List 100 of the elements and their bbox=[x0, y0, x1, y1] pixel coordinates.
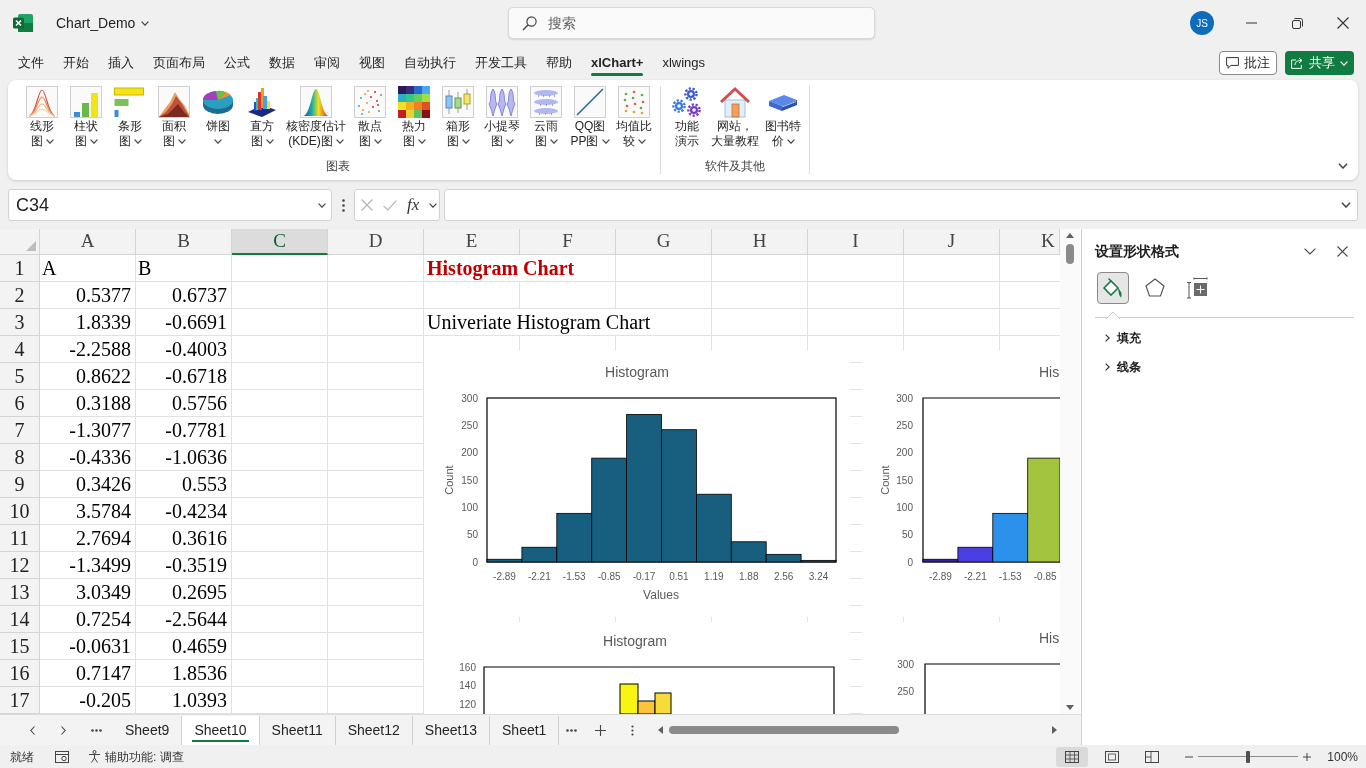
name-box[interactable]: C34 bbox=[8, 189, 332, 221]
row-header[interactable]: 9 bbox=[0, 471, 40, 498]
section-toggle[interactable]: 填充 bbox=[1095, 323, 1141, 352]
column-header[interactable]: D bbox=[328, 229, 424, 255]
row-header[interactable]: 15 bbox=[0, 633, 40, 660]
ribbon-tab[interactable]: 数据 bbox=[269, 46, 295, 80]
row-header[interactable]: 2 bbox=[0, 282, 40, 309]
ribbon-button[interactable]: 饼图 bbox=[196, 86, 240, 149]
row-header[interactable]: 17 bbox=[0, 687, 40, 714]
column-header[interactable]: H bbox=[712, 229, 808, 255]
row-header[interactable]: 4 bbox=[0, 336, 40, 363]
scroll-down-icon[interactable] bbox=[1066, 705, 1074, 710]
ribbon-tab[interactable]: 页面布局 bbox=[153, 46, 205, 80]
collapse-ribbon-icon[interactable] bbox=[1338, 163, 1348, 169]
row-header[interactable]: 6 bbox=[0, 390, 40, 417]
ribbon-tab[interactable]: 文件 bbox=[18, 46, 44, 80]
ribbon-tab[interactable]: 开发工具 bbox=[475, 46, 527, 80]
sheet-tab[interactable]: Sheet13 bbox=[412, 715, 490, 745]
ribbon-tab[interactable]: xlChart+ bbox=[591, 46, 644, 80]
restore-icon[interactable] bbox=[1291, 17, 1303, 29]
row-header[interactable]: 11 bbox=[0, 525, 40, 552]
ribbon-tab[interactable]: 审阅 bbox=[314, 46, 340, 80]
ribbon-button[interactable]: 箱形 图 bbox=[436, 86, 480, 149]
ribbon-button[interactable]: 散点 图 bbox=[348, 86, 392, 149]
comments-button[interactable]: 批注 bbox=[1219, 51, 1277, 75]
more-options-icon[interactable] bbox=[341, 198, 345, 212]
chevron-left-icon[interactable] bbox=[29, 725, 35, 735]
sheet-tab[interactable]: Sheet11 bbox=[259, 715, 336, 745]
close-icon[interactable] bbox=[1337, 245, 1348, 257]
ribbon-button[interactable]: 线形 图 bbox=[20, 86, 64, 149]
sheet-tab[interactable]: Sheet1 bbox=[490, 715, 560, 745]
ribbon-button[interactable]: 小提琴 图 bbox=[480, 86, 524, 149]
column-header[interactable]: E bbox=[424, 229, 520, 255]
zoom-in-icon[interactable] bbox=[1303, 752, 1312, 761]
section-toggle[interactable]: 线条 bbox=[1095, 352, 1141, 381]
ribbon-button[interactable]: 直方 图 bbox=[240, 86, 284, 149]
scroll-left-icon[interactable] bbox=[658, 726, 664, 734]
scroll-right-icon[interactable] bbox=[1052, 726, 1057, 734]
ribbon-button[interactable]: 面积 图 bbox=[152, 86, 196, 149]
row-header[interactable]: 3 bbox=[0, 309, 40, 336]
zoom-level[interactable]: 100% bbox=[1327, 747, 1358, 766]
add-sheet-icon[interactable] bbox=[594, 724, 606, 736]
formula-input[interactable] bbox=[444, 189, 1358, 221]
scroll-up-icon[interactable] bbox=[1066, 233, 1074, 238]
ribbon-button[interactable]: 柱状 图 bbox=[64, 86, 108, 149]
close-icon[interactable] bbox=[1337, 17, 1349, 29]
more-options-icon[interactable] bbox=[630, 724, 634, 736]
record-icon[interactable] bbox=[55, 750, 69, 763]
sheet-tab[interactable]: Sheet12 bbox=[335, 715, 413, 745]
ribbon-button[interactable]: 网站， 大量教程 bbox=[709, 86, 761, 149]
ribbon-tab[interactable]: xlwings bbox=[662, 46, 705, 80]
ribbon-tab[interactable]: 开始 bbox=[63, 46, 89, 80]
column-header[interactable]: J bbox=[904, 229, 1000, 255]
scrollbar-thumb[interactable] bbox=[669, 726, 900, 734]
ribbon-button[interactable]: 热力 图 bbox=[392, 86, 436, 149]
row-header[interactable]: 1 bbox=[0, 255, 40, 282]
view-button[interactable] bbox=[1056, 746, 1089, 767]
share-button[interactable]: 共享 bbox=[1285, 51, 1354, 75]
ribbon-button[interactable]: 均值比 较 bbox=[612, 86, 656, 149]
ribbon-button[interactable]: 条形 图 bbox=[108, 86, 152, 149]
ribbon-button[interactable]: 云雨 图 bbox=[524, 86, 568, 149]
ribbon-tab[interactable]: 视图 bbox=[359, 46, 385, 80]
row-header[interactable]: 5 bbox=[0, 363, 40, 390]
insert-function-button[interactable]: fx bbox=[407, 195, 420, 215]
column-header[interactable]: A bbox=[40, 229, 136, 255]
more-horizontal-icon[interactable] bbox=[90, 728, 102, 732]
column-header[interactable]: G bbox=[616, 229, 712, 255]
row-header[interactable]: 16 bbox=[0, 660, 40, 687]
ribbon-tab[interactable]: 公式 bbox=[224, 46, 250, 80]
minimize-icon[interactable] bbox=[1245, 22, 1257, 24]
ribbon-tab[interactable]: 插入 bbox=[108, 46, 134, 80]
column-header[interactable]: F bbox=[520, 229, 616, 255]
row-header[interactable]: 8 bbox=[0, 444, 40, 471]
format-tab[interactable] bbox=[1097, 272, 1129, 304]
cell-grid[interactable] bbox=[40, 255, 1060, 714]
column-header[interactable]: K bbox=[1000, 229, 1060, 255]
expand-icon[interactable] bbox=[1341, 202, 1351, 208]
file-name-menu[interactable]: Chart_Demo bbox=[56, 12, 150, 34]
row-header[interactable]: 10 bbox=[0, 498, 40, 525]
vertical-scrollbar[interactable] bbox=[1060, 229, 1080, 714]
ribbon-button[interactable]: 功能 演示 bbox=[665, 86, 709, 149]
ribbon-button[interactable]: 核密度估计 (KDE)图 bbox=[284, 86, 348, 149]
row-header[interactable]: 13 bbox=[0, 579, 40, 606]
accessibility-status[interactable]: 辅助功能: 调查 bbox=[88, 747, 184, 766]
search-field[interactable]: 搜索 bbox=[508, 7, 875, 39]
ribbon-button[interactable]: 图书特 价 bbox=[761, 86, 805, 149]
chevron-down-icon[interactable] bbox=[1304, 247, 1316, 255]
column-header[interactable]: B bbox=[136, 229, 232, 255]
row-header[interactable]: 12 bbox=[0, 552, 40, 579]
more-horizontal-icon[interactable] bbox=[565, 728, 577, 732]
row-header[interactable]: 14 bbox=[0, 606, 40, 633]
column-header[interactable]: C bbox=[232, 229, 328, 255]
ribbon-tab[interactable]: 帮助 bbox=[546, 46, 572, 80]
user-avatar[interactable]: JS bbox=[1190, 11, 1214, 35]
chevron-right-icon[interactable] bbox=[61, 725, 66, 735]
row-header[interactable]: 7 bbox=[0, 417, 40, 444]
sheet-tab[interactable]: Sheet10 bbox=[182, 715, 260, 745]
scrollbar-thumb[interactable] bbox=[1066, 244, 1074, 264]
slider-thumb[interactable] bbox=[1246, 750, 1251, 763]
ribbon-button[interactable]: QQ图 PP图 bbox=[568, 86, 612, 149]
